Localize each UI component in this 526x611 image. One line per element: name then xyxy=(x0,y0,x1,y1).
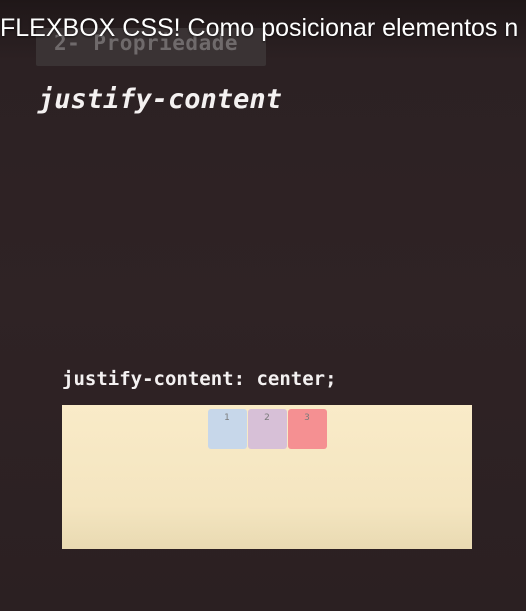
video-title[interactable]: FLEXBOX CSS! Como posicionar elementos n xyxy=(0,14,518,43)
video-frame[interactable]: 2- Propriedade FLEXBOX CSS! Como posicio… xyxy=(0,0,526,611)
slide-heading: justify-content xyxy=(38,84,282,115)
flex-item-2: 2 xyxy=(247,409,287,449)
flex-item-1: 1 xyxy=(207,409,247,449)
flex-container-demo: 1 2 3 xyxy=(62,405,472,549)
code-snippet: justify-content: center; xyxy=(62,368,337,390)
flex-item-3: 3 xyxy=(287,409,327,449)
